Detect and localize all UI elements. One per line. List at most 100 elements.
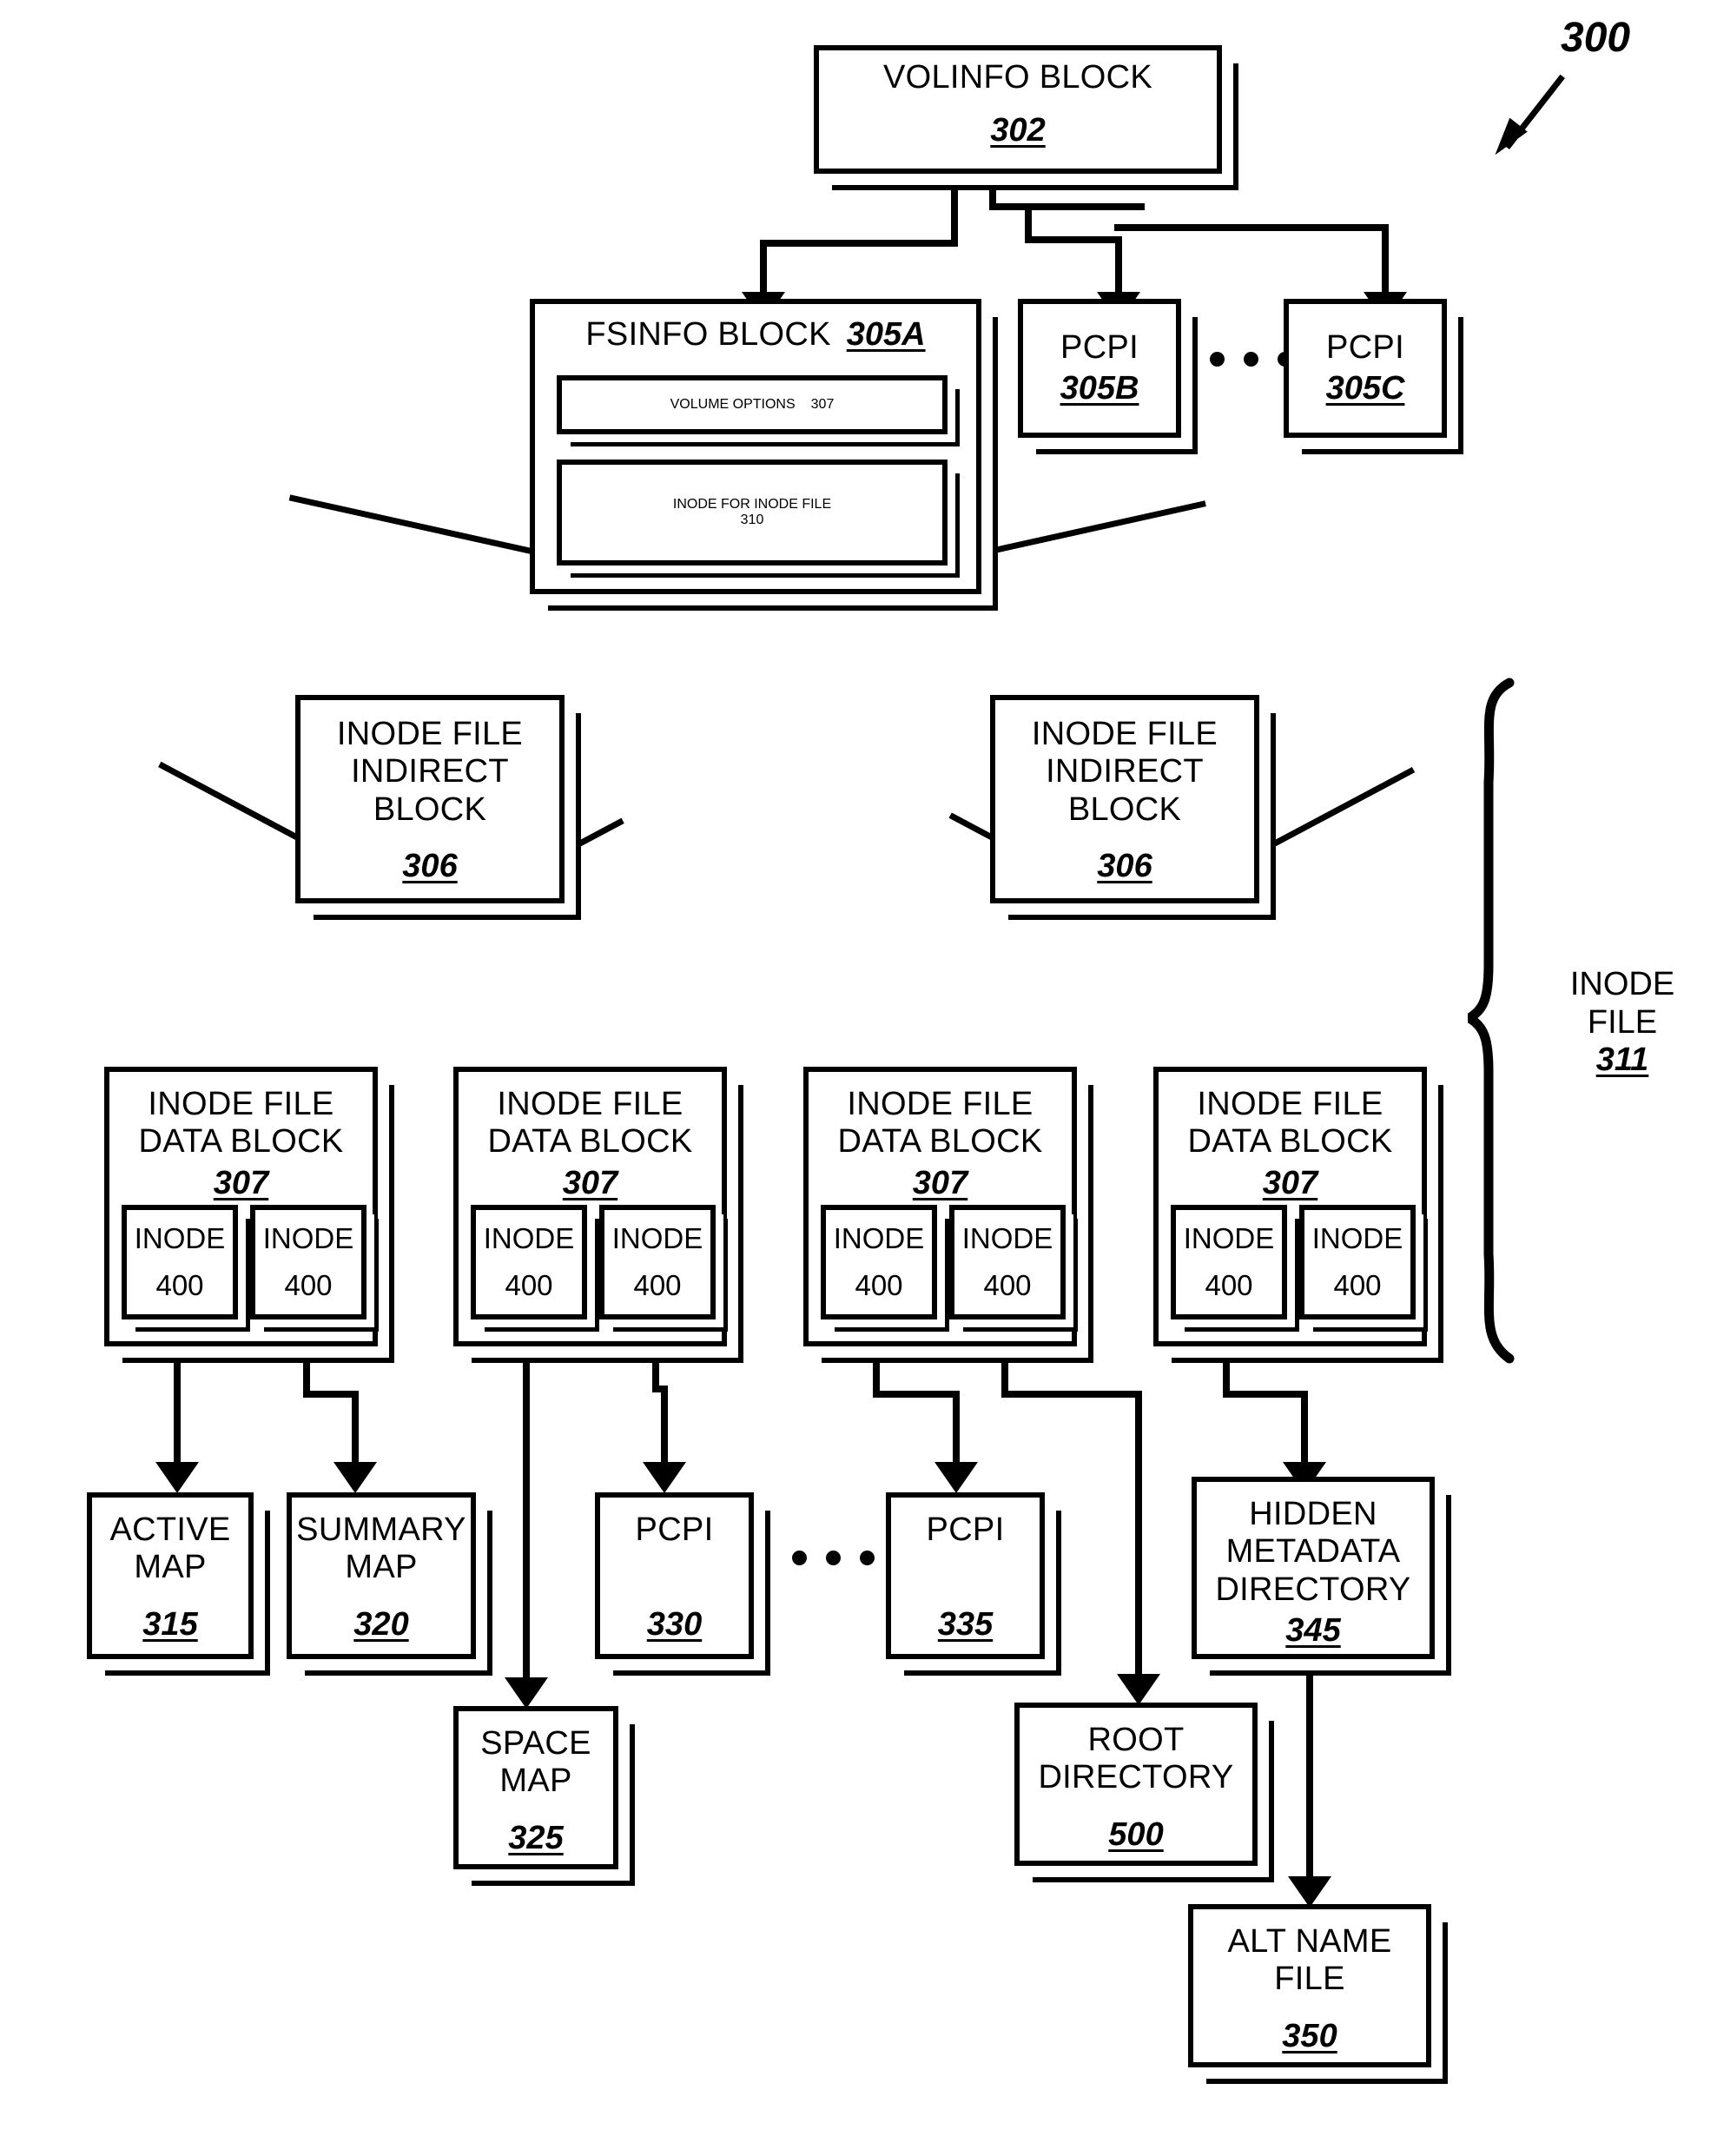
pcpi-305c-node[interactable]: PCPI 305C bbox=[1284, 299, 1447, 438]
pcpi-305b-node[interactable]: PCPI 305B bbox=[1018, 299, 1181, 438]
volinfo-block-title: VOLINFO BLOCK bbox=[882, 59, 1153, 96]
fsinfo-block-ref: 305A bbox=[846, 316, 926, 353]
connector-hidden-metadata-to-alt-name bbox=[1306, 1659, 1313, 1882]
active-map-node[interactable]: ACTIVE MAP 315 bbox=[87, 1492, 254, 1659]
inode-file-data-block-2-title: INODE FILE DATA BLOCK bbox=[487, 1086, 693, 1161]
alt-name-file-node[interactable]: ALT NAME FILE 350 bbox=[1188, 1904, 1431, 2067]
inode-1b-node[interactable]: INODE 400 bbox=[250, 1205, 367, 1319]
inode-2b-ref: 400 bbox=[633, 1269, 682, 1301]
ellipsis-dot bbox=[1244, 352, 1258, 367]
pcpi-305c-title: PCPI bbox=[1326, 328, 1404, 366]
inode-1a-node[interactable]: INODE 400 bbox=[122, 1205, 238, 1319]
fsinfo-block-heading: FSINFO BLOCK 305A bbox=[585, 316, 925, 354]
inode-3b-node[interactable]: INODE 400 bbox=[949, 1205, 1066, 1319]
inode-file-indirect-block-2-node[interactable]: INODE FILE INDIRECT BLOCK 306 bbox=[990, 695, 1259, 903]
connector-volinfo-mid-down bbox=[1115, 236, 1122, 295]
connector-inode2a-to-space-map bbox=[523, 1319, 530, 1683]
ellipsis-pcpi-top bbox=[1210, 352, 1292, 367]
inode-file-data-block-2-ref: 307 bbox=[562, 1164, 618, 1201]
volume-options-ref: 307 bbox=[810, 397, 835, 412]
connector-inode1b-down bbox=[352, 1391, 359, 1467]
ellipsis-pcpi-bottom bbox=[792, 1551, 875, 1565]
inode-file-brace-title: INODE FILE bbox=[1569, 966, 1675, 1041]
inode-4a-ref: 400 bbox=[1205, 1269, 1253, 1301]
hidden-metadata-directory-title: HIDDEN METADATA DIRECTORY bbox=[1215, 1496, 1411, 1608]
pcpi-330-node[interactable]: PCPI 330 bbox=[595, 1492, 754, 1659]
hidden-metadata-directory-node[interactable]: HIDDEN METADATA DIRECTORY 345 bbox=[1192, 1477, 1435, 1659]
connector-volinfo-right-down bbox=[1382, 224, 1389, 295]
alt-name-file-ref: 350 bbox=[1282, 2017, 1337, 2054]
volinfo-block-node[interactable]: VOLINFO BLOCK 302 bbox=[814, 45, 1222, 174]
inode-3a-node[interactable]: INODE 400 bbox=[821, 1205, 937, 1319]
pcpi-335-node[interactable]: PCPI 335 bbox=[886, 1492, 1045, 1659]
inode-file-indirect-block-2-ref: 306 bbox=[1097, 847, 1152, 884]
space-map-node[interactable]: SPACE MAP 325 bbox=[453, 1706, 618, 1869]
arrow-to-active-map-icon bbox=[155, 1462, 199, 1493]
inode-4b-node[interactable]: INODE 400 bbox=[1299, 1205, 1416, 1319]
inode-file-brace-label: INODE FILE 311 bbox=[1544, 966, 1700, 1080]
inode-1b-title: INODE bbox=[262, 1222, 354, 1254]
inode-2a-title: INODE bbox=[483, 1222, 575, 1254]
inode-file-brace-ref: 311 bbox=[1595, 1042, 1649, 1079]
pcpi-305b-ref: 305B bbox=[1060, 370, 1139, 407]
ellipsis-dot bbox=[1210, 352, 1225, 367]
patent-figure-300: 300 VOLINFO BLOCK 302 FSINFO BLOCK 305A … bbox=[0, 0, 1717, 2156]
root-directory-node[interactable]: ROOT DIRECTORY 500 bbox=[1014, 1703, 1258, 1866]
volume-options-heading: VOLUME OPTIONS 307 bbox=[670, 397, 835, 413]
connector-inode1b-run bbox=[303, 1391, 359, 1398]
inode-4a-node[interactable]: INODE 400 bbox=[1171, 1205, 1287, 1319]
connector-volinfo-left-run bbox=[760, 240, 958, 247]
summary-map-ref: 320 bbox=[353, 1605, 409, 1643]
figure-number: 300 bbox=[1561, 15, 1631, 61]
root-directory-ref: 500 bbox=[1108, 1815, 1164, 1853]
arrow-to-pcpi-335-icon bbox=[934, 1462, 978, 1493]
inode-3a-ref: 400 bbox=[855, 1269, 903, 1301]
inode-file-data-block-1-ref: 307 bbox=[213, 1164, 269, 1201]
hidden-metadata-directory-ref: 345 bbox=[1285, 1611, 1341, 1649]
arrow-to-root-directory-icon bbox=[1117, 1674, 1160, 1705]
connector-volinfo-right-run bbox=[1114, 224, 1389, 231]
pcpi-335-ref: 335 bbox=[937, 1606, 994, 1643]
inode-2b-title: INODE bbox=[611, 1222, 703, 1254]
arrow-to-pcpi-330-icon bbox=[643, 1462, 686, 1493]
inode-file-indirect-block-1-ref: 306 bbox=[402, 847, 458, 884]
inode-4b-ref: 400 bbox=[1333, 1269, 1382, 1301]
inode-file-data-block-3-ref: 307 bbox=[912, 1164, 968, 1201]
inode-file-indirect-block-1-title: INODE FILE INDIRECT BLOCK bbox=[336, 716, 524, 828]
inode-3a-title: INODE bbox=[833, 1222, 925, 1254]
inode-1b-ref: 400 bbox=[284, 1269, 333, 1301]
summary-map-node[interactable]: SUMMARY MAP 320 bbox=[287, 1492, 476, 1659]
active-map-ref: 315 bbox=[142, 1605, 198, 1643]
connector-volinfo-left-down bbox=[760, 240, 767, 295]
volume-options-node[interactable]: VOLUME OPTIONS 307 bbox=[557, 375, 948, 434]
connector-inode4a-down bbox=[1301, 1391, 1308, 1467]
pcpi-305b-title: PCPI bbox=[1060, 328, 1139, 366]
root-directory-title: ROOT DIRECTORY bbox=[1038, 1722, 1234, 1796]
arrow-to-summary-map-icon bbox=[333, 1462, 377, 1493]
summary-map-title: SUMMARY MAP bbox=[296, 1511, 466, 1586]
alt-name-file-title: ALT NAME FILE bbox=[1227, 1923, 1392, 1998]
space-map-title: SPACE MAP bbox=[480, 1725, 591, 1800]
inode-3b-ref: 400 bbox=[983, 1269, 1032, 1301]
pcpi-330-title: PCPI bbox=[635, 1511, 714, 1548]
ellipsis-dot bbox=[792, 1551, 807, 1565]
connector-inode3b-run bbox=[1001, 1391, 1142, 1398]
inode-2a-node[interactable]: INODE 400 bbox=[471, 1205, 587, 1319]
connector-inode4a-run bbox=[1223, 1391, 1308, 1398]
inode-for-inode-file-node[interactable]: INODE FOR INODE FILE 310 bbox=[557, 460, 948, 565]
inode-file-data-block-1-title: INODE FILE DATA BLOCK bbox=[138, 1086, 344, 1161]
arrow-to-space-map-icon bbox=[505, 1677, 548, 1709]
arrow-to-alt-name-file-icon bbox=[1288, 1876, 1331, 1908]
inode-file-data-block-4-title: INODE FILE DATA BLOCK bbox=[1187, 1086, 1393, 1161]
inode-for-inode-file-ref: 310 bbox=[740, 513, 764, 527]
inode-2b-node[interactable]: INODE 400 bbox=[599, 1205, 716, 1319]
ellipsis-dot bbox=[826, 1551, 841, 1565]
inode-3b-title: INODE bbox=[961, 1222, 1053, 1254]
pcpi-330-ref: 330 bbox=[646, 1606, 703, 1643]
connector-volinfo-left-drop bbox=[951, 174, 958, 245]
active-map-title: ACTIVE MAP bbox=[109, 1511, 231, 1586]
inode-file-indirect-block-2-title: INODE FILE INDIRECT BLOCK bbox=[1031, 716, 1218, 828]
inode-2a-ref: 400 bbox=[505, 1269, 553, 1301]
inode-file-indirect-block-1-node[interactable]: INODE FILE INDIRECT BLOCK 306 bbox=[295, 695, 565, 903]
inode-4b-title: INODE bbox=[1311, 1222, 1403, 1254]
